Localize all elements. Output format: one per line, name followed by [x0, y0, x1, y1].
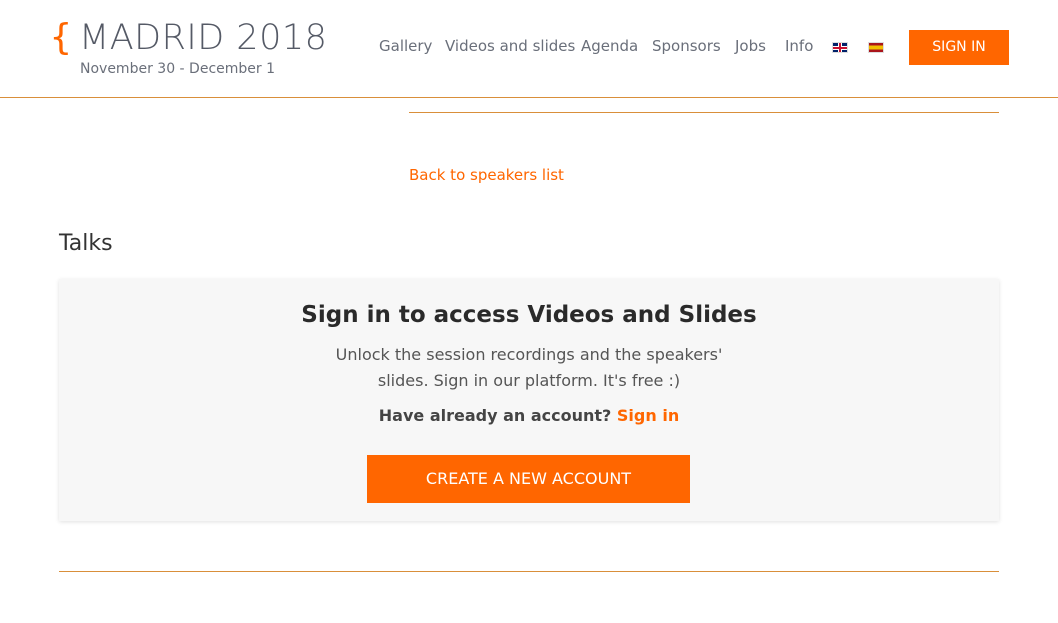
account-prompt: Have already an account? Sign in	[59, 404, 999, 428]
nav-item-videos-and-slides[interactable]: Videos and slides	[445, 36, 575, 56]
uk-flag-icon[interactable]	[832, 42, 848, 53]
create-account-button[interactable]: CREATE A NEW ACCOUNT	[367, 455, 690, 503]
spain-flag-icon[interactable]	[868, 42, 884, 53]
nav-item-sponsors[interactable]: Sponsors	[652, 36, 721, 56]
sign-in-prompt-card: Sign in to access Videos and Slides Unlo…	[59, 279, 999, 521]
nav-item-jobs[interactable]: Jobs	[735, 36, 766, 56]
card-description: Unlock the session recordings and the sp…	[335, 345, 723, 390]
event-dates: November 30 - December 1	[80, 61, 276, 77]
main-nav: Gallery Videos and slides Agenda Sponsor…	[0, 36, 1058, 56]
card-title: Sign in to access Videos and Slides	[301, 302, 757, 328]
nav-item-agenda[interactable]: Agenda	[581, 36, 638, 56]
site-header: { MADRID 2018 November 30 - December 1 G…	[0, 0, 1058, 98]
divider	[409, 112, 999, 113]
divider	[59, 571, 999, 572]
card-sign-in-link[interactable]: Sign in	[617, 406, 679, 425]
back-to-speakers-link[interactable]: Back to speakers list	[409, 165, 564, 185]
sign-in-button[interactable]: SIGN IN	[909, 30, 1009, 65]
account-prompt-text: Have already an account?	[378, 406, 612, 425]
talks-heading: Talks	[59, 231, 113, 256]
nav-item-info[interactable]: Info	[785, 36, 813, 56]
nav-item-gallery[interactable]: Gallery	[379, 36, 432, 56]
